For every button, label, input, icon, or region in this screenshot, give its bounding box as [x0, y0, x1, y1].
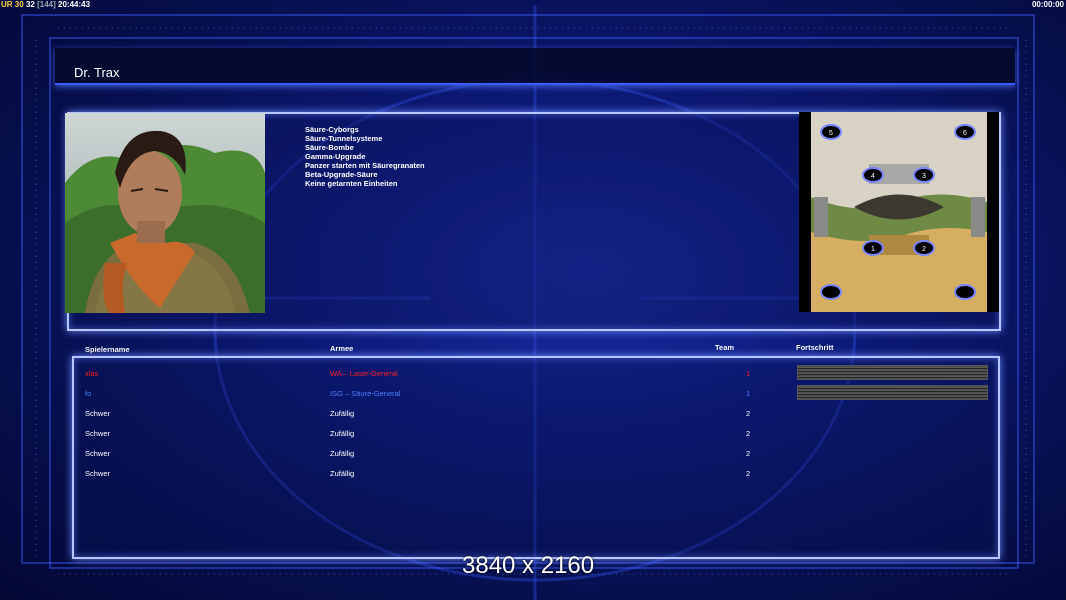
- feature-item: Säure-Tunnelsysteme: [305, 134, 383, 143]
- player-name: Schwer: [85, 449, 111, 458]
- player-name: Schwer: [85, 469, 111, 478]
- portrait-image: [65, 113, 265, 313]
- player-army: Zufällig: [330, 469, 355, 478]
- player-team: 1: [746, 389, 751, 398]
- player-team: 2: [746, 429, 751, 438]
- page-title: Dr. Trax: [74, 65, 120, 80]
- general-features-list: Säure-Cyborgs Säure-Tunnelsysteme Säure-…: [305, 125, 425, 188]
- feature-item: Beta-Upgrade-Säure: [305, 170, 378, 179]
- start-position-label: 6: [963, 130, 967, 137]
- start-position-label: 4: [871, 173, 875, 180]
- column-header-player-name: Spielername: [85, 345, 130, 354]
- player-team: 2: [746, 469, 751, 478]
- start-position-label: 3: [922, 173, 926, 180]
- hud-clock: 20:44:43: [58, 0, 91, 9]
- minimap-image: 5 6 4 3 1 2: [799, 112, 999, 312]
- player-progress-bar: [797, 365, 988, 380]
- feature-item: Gamma-Upgrade: [305, 152, 366, 161]
- player-army: WA – Laser-General: [330, 369, 398, 378]
- player-team: 2: [746, 409, 751, 418]
- feature-item: Panzer starten mit Säuregranaten: [305, 161, 425, 170]
- start-position-label: 2: [922, 246, 926, 253]
- hud-fps: 30: [14, 0, 24, 9]
- player-team: 1: [746, 369, 751, 378]
- resolution-overlay: 3840 x 2160: [462, 552, 595, 579]
- player-army: Zufällig: [330, 409, 355, 418]
- feature-item: Säure-Bombe: [305, 143, 354, 152]
- general-portrait: [65, 113, 265, 313]
- player-name: Schwer: [85, 409, 111, 418]
- player-army: Zufällig: [330, 429, 355, 438]
- column-header-team: Team: [715, 343, 735, 352]
- map-preview[interactable]: 5 6 4 3 1 2: [799, 112, 999, 312]
- player-team: 2: [746, 449, 751, 458]
- header-bar: Dr. Trax: [55, 48, 1015, 85]
- player-name: Schwer: [85, 429, 111, 438]
- feature-item: Keine getarnten Einheiten: [305, 179, 398, 188]
- hud-timer: 00:00:00: [1031, 0, 1064, 9]
- feature-item: Säure-Cyborgs: [305, 125, 359, 134]
- hud-fps-clock: UR 30 32 [144] 20:44:43: [1, 0, 90, 10]
- hud-fps-cap: [144]: [37, 0, 56, 9]
- player-army: ISG – Säure-General: [330, 389, 401, 398]
- column-header-progress: Fortschritt: [796, 343, 834, 352]
- player-progress-bar: [797, 385, 988, 400]
- hud-ur: UR: [1, 0, 13, 9]
- hud-fps-b: 32: [25, 0, 35, 9]
- start-position-label: 5: [829, 130, 833, 137]
- player-name: fo: [85, 389, 92, 398]
- player-name: xlas: [85, 369, 99, 378]
- column-header-army: Armee: [330, 344, 354, 353]
- player-army: Zufällig: [330, 449, 355, 458]
- start-position-label: 1: [871, 246, 875, 253]
